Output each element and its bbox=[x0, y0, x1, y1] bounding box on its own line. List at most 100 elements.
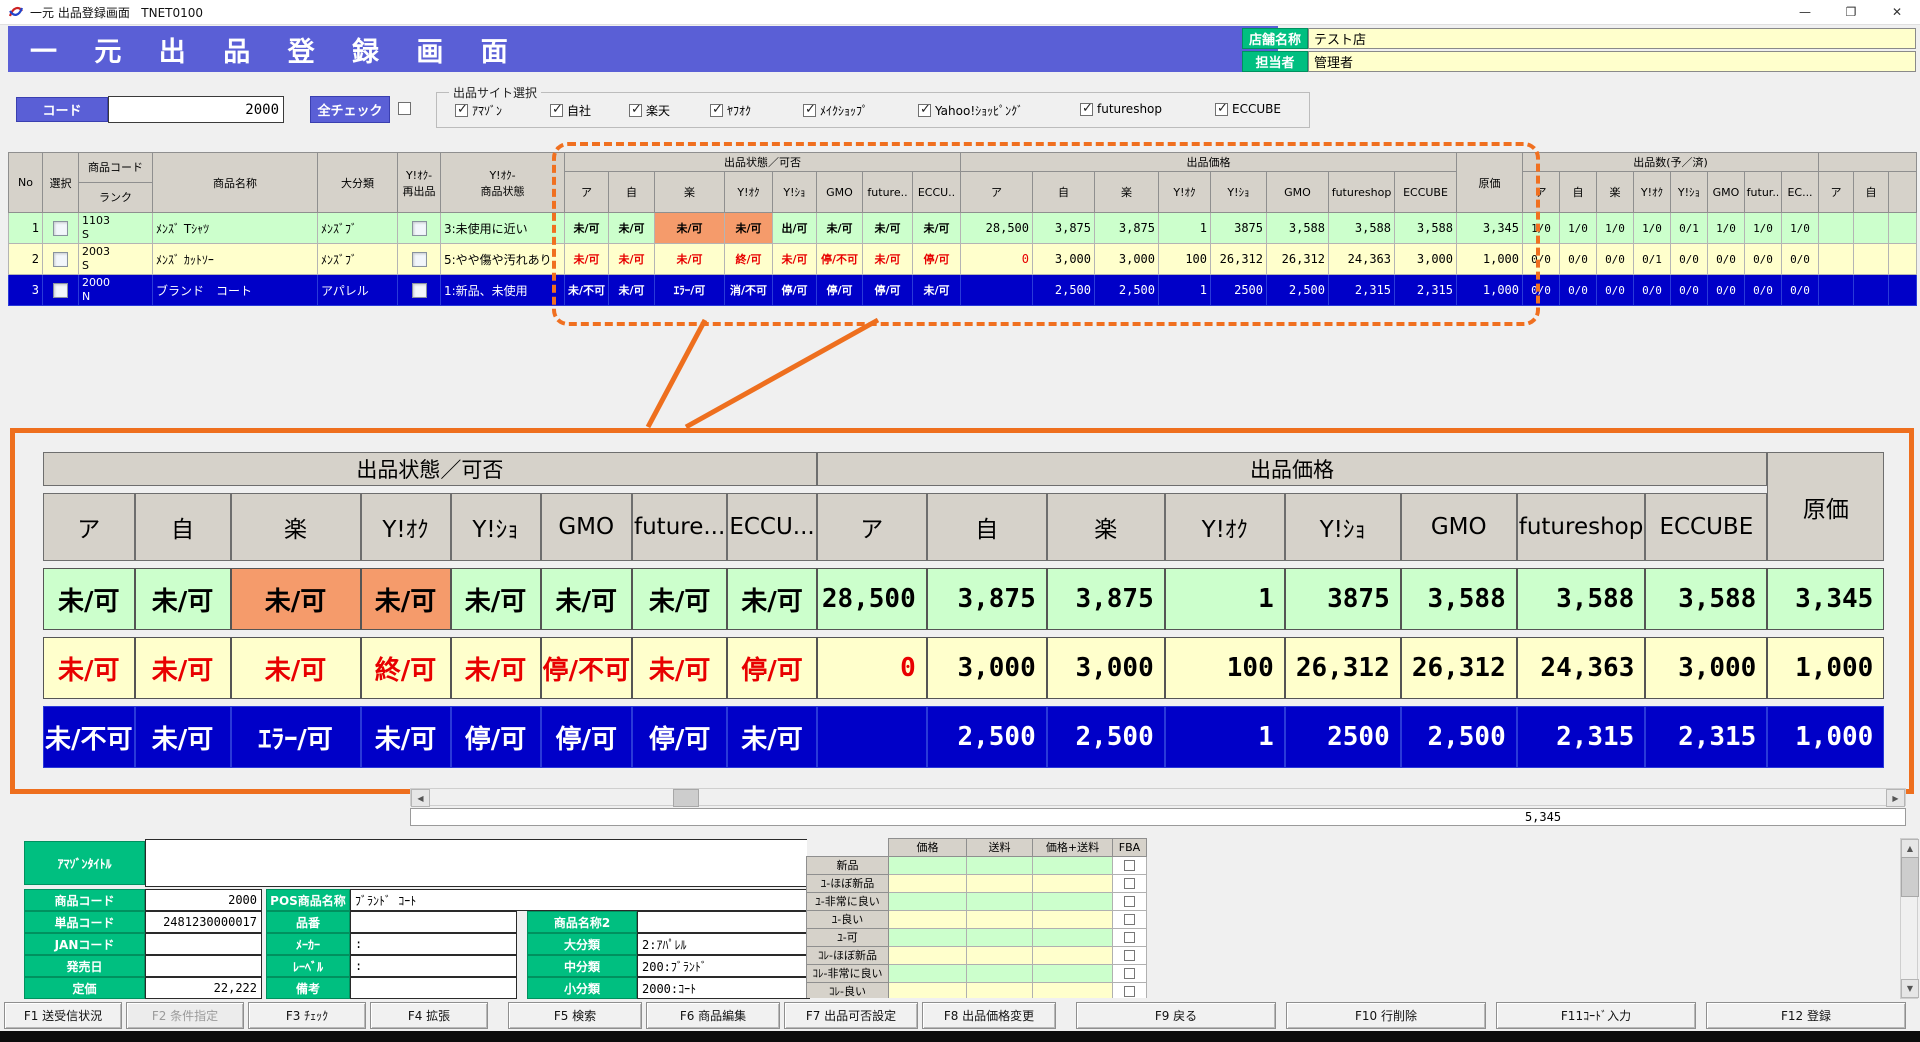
right-field-value[interactable]: 200:ﾌﾞﾗﾝﾄﾞ bbox=[637, 955, 810, 977]
relist-cell[interactable] bbox=[398, 213, 441, 244]
site-checkbox-item[interactable]: futureshop bbox=[1080, 102, 1162, 116]
row-select-checkbox[interactable] bbox=[53, 283, 68, 298]
code-input[interactable]: 2000 bbox=[108, 96, 284, 123]
fba-cell[interactable] bbox=[1113, 982, 1147, 998]
site-checkbox-item[interactable]: 自社 bbox=[550, 102, 591, 119]
condition-value-cell[interactable] bbox=[889, 946, 967, 964]
fba-checkbox[interactable] bbox=[1124, 950, 1135, 961]
listing-grid[interactable]: No選択商品コードランク商品名称大分類Y!ｵｸ-再出品Y!ｵｸ-商品状態出品状態… bbox=[8, 152, 1917, 306]
condition-value-cell[interactable] bbox=[1033, 856, 1113, 874]
row-select-cell[interactable] bbox=[43, 213, 79, 244]
row-select-checkbox[interactable] bbox=[53, 252, 68, 267]
scrollbar-thumb[interactable] bbox=[673, 789, 699, 807]
close-button[interactable]: ✕ bbox=[1874, 0, 1920, 24]
left-field-value[interactable]: 22,222 bbox=[145, 977, 262, 999]
site-checkbox-item[interactable]: ECCUBE bbox=[1215, 102, 1281, 116]
condition-value-cell[interactable] bbox=[889, 982, 967, 998]
function-key-11[interactable]: F11ｺｰﾄﾞ入力 bbox=[1496, 1002, 1696, 1029]
function-key-9[interactable]: F9 戻る bbox=[1076, 1002, 1276, 1029]
right-field-value[interactable]: 2000:ｺｰﾄ bbox=[637, 977, 810, 999]
minimize-button[interactable]: — bbox=[1782, 0, 1828, 24]
row-select-cell[interactable] bbox=[43, 244, 79, 275]
mid-field-value[interactable] bbox=[350, 977, 517, 999]
left-field-value[interactable]: 2000 bbox=[145, 889, 262, 911]
fba-cell[interactable] bbox=[1113, 964, 1147, 982]
left-field-value[interactable]: 2481230000017 bbox=[145, 911, 262, 933]
function-key-3[interactable]: F3 ﾁｪｯｸ bbox=[248, 1002, 366, 1029]
fba-checkbox[interactable] bbox=[1124, 914, 1135, 925]
left-field-value[interactable] bbox=[145, 955, 262, 977]
function-key-12[interactable]: F12 登録 bbox=[1706, 1002, 1906, 1029]
site-checkbox-item[interactable]: Yahoo!ｼｮｯﾋﾟﾝｸﾞ bbox=[918, 102, 1023, 119]
function-key-10[interactable]: F10 行削除 bbox=[1286, 1002, 1486, 1029]
checkbox-checked-icon[interactable] bbox=[918, 104, 931, 117]
fba-cell[interactable] bbox=[1113, 910, 1147, 928]
function-key-7[interactable]: F7 出品可否設定 bbox=[784, 1002, 918, 1029]
scrollbar-thumb[interactable] bbox=[1901, 857, 1919, 897]
right-field-value[interactable] bbox=[637, 911, 810, 933]
grid-horizontal-scrollbar[interactable]: ◀ ▶ bbox=[410, 788, 1906, 806]
right-field-value[interactable]: 2:ｱﾊﾟﾚﾙ bbox=[637, 933, 810, 955]
site-checkbox-item[interactable]: 楽天 bbox=[629, 102, 670, 119]
left-field-value[interactable] bbox=[145, 933, 262, 955]
condition-value-cell[interactable] bbox=[967, 982, 1033, 998]
condition-value-cell[interactable] bbox=[967, 874, 1033, 892]
checkbox-checked-icon[interactable] bbox=[629, 104, 642, 117]
fba-cell[interactable] bbox=[1113, 892, 1147, 910]
maximize-button[interactable]: ❐ bbox=[1828, 0, 1874, 24]
checkbox-checked-icon[interactable] bbox=[1215, 103, 1228, 116]
function-key-8[interactable]: F8 出品価格変更 bbox=[922, 1002, 1056, 1029]
relist-cell[interactable] bbox=[398, 244, 441, 275]
relist-checkbox[interactable] bbox=[412, 221, 427, 236]
checkbox-checked-icon[interactable] bbox=[803, 104, 816, 117]
condition-value-cell[interactable] bbox=[967, 964, 1033, 982]
site-checkbox-item[interactable]: ｱﾏｿﾞﾝ bbox=[455, 102, 502, 119]
scroll-left-icon[interactable]: ◀ bbox=[411, 789, 430, 807]
condition-value-cell[interactable] bbox=[1033, 892, 1113, 910]
checkbox-checked-icon[interactable] bbox=[710, 104, 723, 117]
fba-cell[interactable] bbox=[1113, 928, 1147, 946]
condition-value-cell[interactable] bbox=[967, 946, 1033, 964]
table-row[interactable]: 22003Sﾒﾝｽﾞ ｶｯﾄｿｰﾒﾝｽﾞﾌﾞ5:やや傷や汚れあり未/可未/可未/… bbox=[9, 244, 1917, 275]
all-check-button[interactable]: 全チェック bbox=[310, 96, 390, 123]
fba-checkbox[interactable] bbox=[1124, 986, 1135, 997]
detail-vertical-scrollbar[interactable]: ▲ ▼ bbox=[1900, 838, 1918, 999]
fba-cell[interactable] bbox=[1113, 874, 1147, 892]
condition-value-cell[interactable] bbox=[967, 892, 1033, 910]
site-checkbox-item[interactable]: ﾒｲｸｼｮｯﾌﾟ bbox=[803, 102, 868, 119]
condition-value-cell[interactable] bbox=[1033, 928, 1113, 946]
site-checkbox-item[interactable]: ﾔﾌｵｸ bbox=[710, 102, 751, 119]
function-key-4[interactable]: F4 拡張 bbox=[370, 1002, 488, 1029]
mid-field-value[interactable]: : bbox=[350, 933, 517, 955]
table-row[interactable]: 11103Sﾒﾝｽﾞ Tｼｬﾂﾒﾝｽﾞﾌﾞ3:未使用に近い未/可未/可未/可未/… bbox=[9, 213, 1917, 244]
row-select-cell[interactable] bbox=[43, 275, 79, 306]
condition-value-cell[interactable] bbox=[889, 892, 967, 910]
manager-field[interactable]: 管理者 bbox=[1308, 51, 1916, 72]
condition-value-cell[interactable] bbox=[889, 910, 967, 928]
condition-value-cell[interactable] bbox=[967, 910, 1033, 928]
condition-value-cell[interactable] bbox=[889, 874, 967, 892]
all-check-checkbox[interactable] bbox=[398, 102, 411, 115]
condition-value-cell[interactable] bbox=[889, 964, 967, 982]
condition-value-cell[interactable] bbox=[889, 856, 967, 874]
scroll-down-icon[interactable]: ▼ bbox=[1901, 979, 1919, 998]
fba-checkbox[interactable] bbox=[1124, 968, 1135, 979]
condition-value-cell[interactable] bbox=[1033, 964, 1113, 982]
function-key-6[interactable]: F6 商品編集 bbox=[646, 1002, 780, 1029]
condition-value-cell[interactable] bbox=[1033, 982, 1113, 998]
condition-value-cell[interactable] bbox=[1033, 874, 1113, 892]
relist-checkbox[interactable] bbox=[412, 252, 427, 267]
scroll-up-icon[interactable]: ▲ bbox=[1901, 839, 1919, 858]
mid-field-value[interactable] bbox=[350, 911, 517, 933]
condition-value-cell[interactable] bbox=[889, 928, 967, 946]
fba-checkbox[interactable] bbox=[1124, 878, 1135, 889]
fba-checkbox[interactable] bbox=[1124, 896, 1135, 907]
condition-value-cell[interactable] bbox=[967, 856, 1033, 874]
fba-checkbox[interactable] bbox=[1124, 860, 1135, 871]
store-name-field[interactable]: テスト店 bbox=[1308, 28, 1916, 49]
function-key-5[interactable]: F5 検索 bbox=[508, 1002, 642, 1029]
fba-cell[interactable] bbox=[1113, 946, 1147, 964]
condition-value-cell[interactable] bbox=[967, 928, 1033, 946]
checkbox-checked-icon[interactable] bbox=[455, 104, 468, 117]
table-row[interactable]: 32000Nブランド コートアパレル1:新品、未使用未/不可未/可ｴﾗｰ/可消/… bbox=[9, 275, 1917, 306]
